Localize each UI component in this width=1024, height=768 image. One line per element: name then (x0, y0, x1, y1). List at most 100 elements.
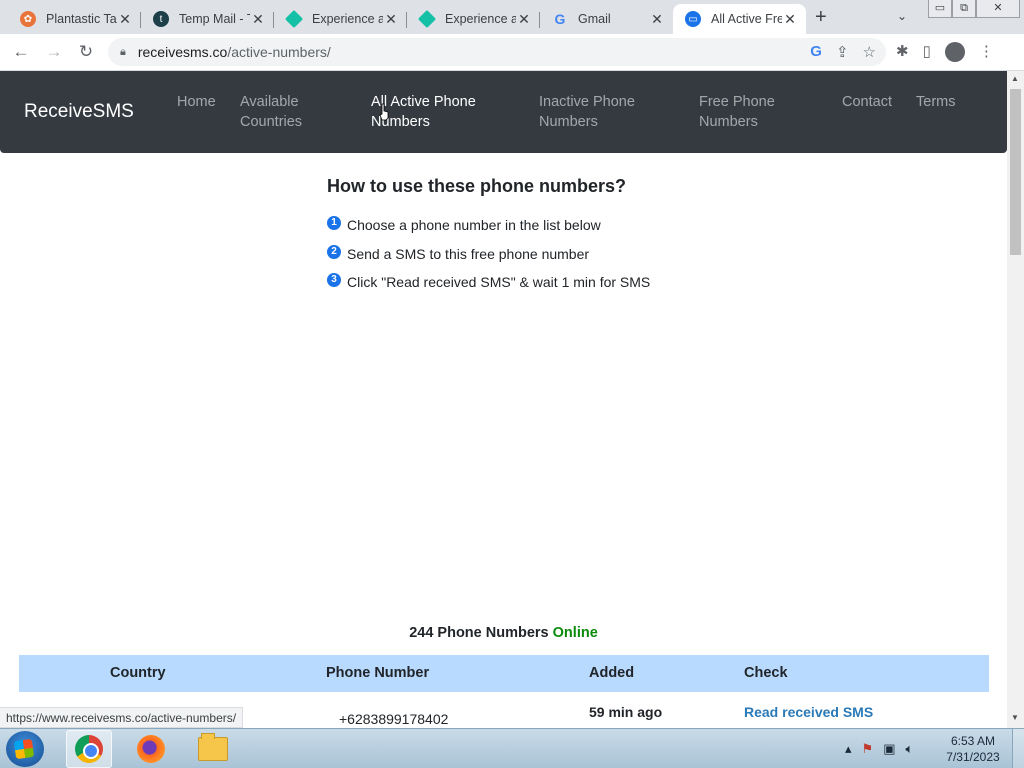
clock-time: 6:53 AM (950, 734, 996, 748)
nav-label: Available (240, 94, 299, 110)
browser-tab[interactable]: Experience a ✕ (274, 4, 407, 34)
chrome-icon (75, 735, 103, 763)
column-header-country: Country (110, 665, 166, 681)
tab-title: Gmail (578, 12, 611, 26)
nav-label: Free Phone (699, 94, 775, 110)
close-tab-icon[interactable]: ✕ (782, 11, 798, 28)
tab-title: Experience a (312, 12, 383, 26)
numbers-table-header: Country Phone Number Added Check (19, 655, 989, 692)
close-tab-icon[interactable]: ✕ (516, 11, 532, 28)
browser-tab[interactable]: t Temp Mail - T ✕ (141, 4, 274, 34)
reload-icon[interactable]: ↻ (75, 42, 97, 62)
browser-toolbar: ← → ↻ 🔒︎ receivesms.co/active-numbers/ G… (0, 34, 1024, 71)
minimize-button[interactable]: ▭ (928, 0, 952, 18)
nav-terms[interactable]: Terms (916, 92, 955, 112)
tray-expand-icon[interactable]: ▴ (845, 741, 852, 757)
tab-title: Temp Mail - T (179, 12, 250, 26)
step-text: Send a SMS to this free phone number (347, 245, 590, 262)
close-tab-icon[interactable]: ✕ (250, 11, 266, 28)
clock-date: 7/31/2023 (946, 750, 1000, 764)
column-header-phone: Phone Number (326, 665, 430, 681)
nav-home[interactable]: Home (177, 92, 216, 112)
nav-label: Terms (916, 94, 956, 110)
phone-number-cell[interactable]: +6283899178402 (339, 711, 448, 727)
howto-title: How to use these phone numbers? (327, 176, 627, 196)
url-path: /active-numbers/ (227, 44, 331, 60)
volume-muted-icon[interactable]: 🔈︎ (905, 741, 913, 757)
nav-label: Home (177, 94, 216, 110)
network-icon[interactable]: ▣ (883, 741, 895, 757)
new-tab-button[interactable]: + (815, 6, 827, 29)
tab-search-icon[interactable]: ⌄ (897, 9, 907, 23)
system-tray: ▴ ⚑ ▣ 🔈︎ (845, 741, 913, 757)
step-text: Choose a phone number in the list below (347, 217, 601, 234)
scroll-down-icon[interactable]: ▼ (1011, 713, 1019, 722)
menu-kebab-icon[interactable]: ⋮ (979, 42, 994, 62)
extensions-puzzle-icon[interactable]: ✱ (896, 42, 909, 62)
firefox-icon (137, 735, 165, 763)
site-navbar: ReceiveSMS Home Available Countries All … (0, 71, 1007, 153)
online-status: Online (552, 625, 598, 641)
browser-tab[interactable]: G Gmail ✕ (540, 4, 673, 34)
restore-button[interactable]: ⧉ (952, 0, 976, 18)
nav-available-countries[interactable]: Available Countries (240, 92, 302, 132)
scroll-up-icon[interactable]: ▲ (1011, 74, 1019, 83)
nav-label: Contact (842, 94, 892, 110)
howto-step: 2 Send a SMS to this free phone number (327, 240, 650, 269)
show-desktop-button[interactable] (1012, 729, 1024, 768)
hand-cursor-icon (379, 103, 389, 121)
browser-tab[interactable]: Experience a ✕ (407, 4, 540, 34)
google-lens-icon[interactable]: G (810, 43, 822, 61)
tab-title: Plantastic Ta (46, 12, 117, 26)
nav-label: Numbers (699, 114, 758, 130)
link-status-bar: https://www.receivesms.co/active-numbers… (0, 707, 244, 728)
column-header-added: Added (589, 665, 635, 681)
plant-icon: ✿ (20, 11, 36, 27)
nav-inactive-numbers[interactable]: Inactive Phone Numbers (539, 92, 635, 132)
browser-tab[interactable]: ✿ Plantastic Ta ✕ (8, 4, 141, 34)
nav-contact[interactable]: Contact (842, 92, 892, 112)
browser-tab-active[interactable]: ▭ All Active Fre ✕ (673, 4, 806, 34)
diamond-icon (284, 9, 304, 29)
folder-icon (198, 733, 228, 761)
close-tab-icon[interactable]: ✕ (649, 11, 665, 28)
diamond-icon (417, 9, 437, 29)
close-window-button[interactable]: ✕ (976, 0, 1020, 18)
nav-label: Inactive Phone (539, 94, 635, 110)
taskbar-firefox[interactable] (128, 730, 174, 768)
tab-title: All Active Fre (711, 12, 782, 26)
online-count: 244 Phone Numbers Online (0, 625, 1007, 641)
read-received-sms-link[interactable]: Read received SMS (744, 704, 873, 720)
forward-arrow-icon[interactable]: → (43, 42, 65, 62)
action-center-flag-icon[interactable]: ⚑ (862, 741, 874, 757)
step-text: Click "Read received SMS" & wait 1 min f… (347, 274, 651, 291)
browser-tab-strip: ✿ Plantastic Ta ✕ t Temp Mail - T ✕ Expe… (0, 0, 1024, 34)
close-tab-icon[interactable]: ✕ (117, 11, 133, 28)
tempmail-icon: t (153, 11, 169, 27)
scrollbar-thumb[interactable] (1010, 89, 1021, 255)
taskbar-file-explorer[interactable] (190, 730, 236, 768)
page-scrollbar[interactable]: ▲ ▼ (1007, 71, 1024, 728)
howto-step: 1 Choose a phone number in the list belo… (327, 211, 650, 240)
chat-icon: ▭ (685, 11, 701, 27)
side-panel-icon[interactable]: ▯ (923, 42, 931, 62)
online-count-text: 244 Phone Numbers (409, 625, 549, 641)
bookmark-star-icon[interactable]: ☆ (863, 43, 876, 61)
google-icon: G (554, 11, 566, 27)
added-cell: 59 min ago (589, 704, 663, 720)
taskbar-chrome[interactable] (66, 730, 112, 768)
tab-title: Experience a (445, 12, 516, 26)
site-brand[interactable]: ReceiveSMS (24, 101, 134, 123)
howto-section: How to use these phone numbers? 1 Choose… (327, 176, 650, 297)
start-button[interactable] (6, 731, 44, 767)
back-arrow-icon[interactable]: ← (10, 42, 32, 62)
lock-icon: 🔒︎ (120, 45, 126, 58)
close-tab-icon[interactable]: ✕ (383, 11, 399, 28)
nav-free-numbers[interactable]: Free Phone Numbers (699, 92, 775, 132)
step-number-icon: 2 (327, 244, 341, 259)
taskbar-clock[interactable]: 6:53 AM 7/31/2023 (940, 733, 1006, 765)
share-icon[interactable]: ⇪ (836, 43, 849, 61)
address-bar[interactable]: 🔒︎ receivesms.co/active-numbers/ G ⇪ ☆ (108, 38, 886, 66)
url-host: receivesms.co (137, 44, 228, 60)
profile-avatar-icon[interactable] (944, 42, 965, 62)
